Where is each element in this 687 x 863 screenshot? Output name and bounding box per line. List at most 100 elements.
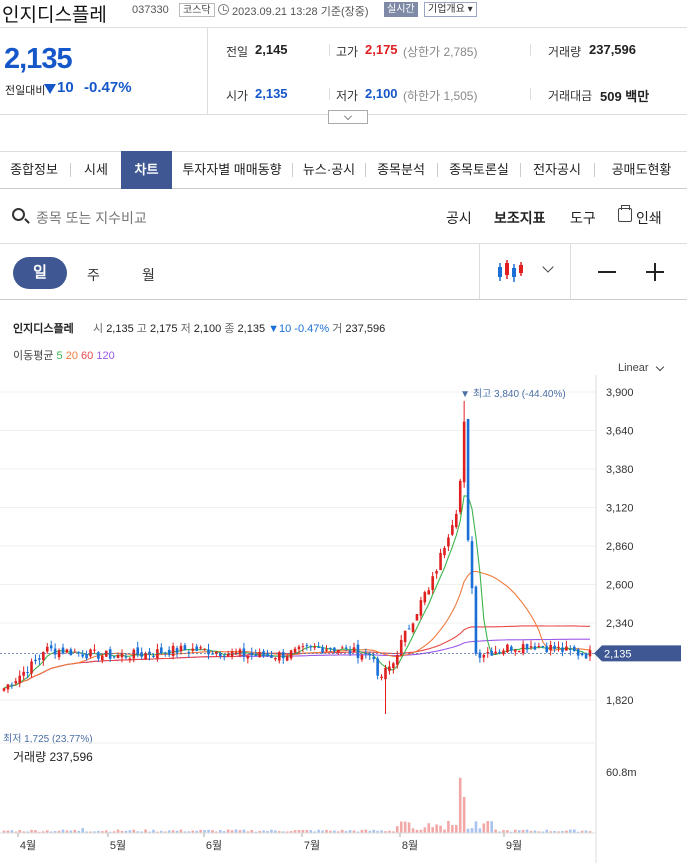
market-badge: 코스닥 [179,3,215,17]
indicator-button[interactable]: 보조지표 [494,208,546,228]
candle-body [128,658,132,660]
scale-mode-button[interactable]: Linear [618,362,649,374]
candle-body [569,649,572,651]
x-tick-label: 5월 [110,839,126,852]
tab-discussion[interactable]: 종목토론실 [438,151,520,189]
open-label: 시가 [226,89,249,103]
moving-average-line [3,570,590,689]
realtime-badge[interactable]: 실시간 [384,2,418,17]
candle-body [238,649,242,655]
tab-short-selling[interactable]: 공매도현황 [596,151,687,189]
candle-body [368,653,372,656]
candle-body [372,657,375,660]
y-tick-label: 2,860 [606,541,634,553]
candle-body [352,647,356,653]
current-price-tag-label: 2,135 [604,648,632,660]
candle-body [431,576,434,590]
clock-icon [218,4,229,15]
candlestick-icon[interactable] [497,259,523,283]
volume-bar [423,827,427,833]
candle-body [14,681,18,684]
candle-body [26,672,29,674]
volume-bar [482,823,486,833]
candle-body [222,655,226,658]
company-overview-button[interactable]: 기업개요 ▾ [424,2,477,17]
candle-body [38,658,41,660]
tab-overview[interactable]: 종합정보 [0,151,68,189]
chart-type-dropdown-chevron-icon[interactable] [542,261,554,273]
volume-bar [179,829,183,833]
volume-bar [490,821,493,833]
candle-body [124,656,128,658]
candle-body [356,644,360,659]
volume-bar [478,828,482,833]
disclosure-button[interactable]: 공시 [446,208,472,228]
change-percent: -0.47% [84,79,132,96]
tab-analysis[interactable]: 종목분석 [366,151,436,189]
moving-average-line [3,495,591,689]
candle-body [301,646,305,648]
volume-bar [443,829,446,833]
candle-body [203,648,206,650]
search-icon[interactable] [12,208,25,221]
volume-bar [407,822,411,833]
tab-quotes[interactable]: 시세 [72,151,120,189]
candle-body [340,647,344,649]
timestamp: 2023.09.21 13:28 기준(장중) [232,6,369,18]
candle-body [517,650,521,652]
tools-button[interactable]: 도구 [570,208,596,228]
candle-body [289,650,293,659]
candle-body [274,657,277,660]
volume-bar [431,827,434,833]
prev-close-label: 전일 [226,45,249,59]
tab-news[interactable]: 뉴스·공시 [294,151,364,189]
price-chart[interactable]: 3,900 3,640 3,380 3,120 2,860 2,600 2,340 1,820… [0,375,687,863]
candle-body [270,655,273,658]
candle-body [108,649,112,659]
volume-bar [116,829,120,833]
tab-disclosure[interactable]: 전자공시 [521,151,593,189]
period-day-button[interactable]: 일 [13,257,67,289]
candle-body [57,650,61,658]
chevron-down-icon[interactable] [655,362,665,372]
zoom-in-icon-vertical[interactable] [654,263,656,281]
moving-average-legend[interactable]: 이동평균 5 20 60 120 [13,347,115,363]
candle-body [22,671,25,676]
open-value: 2,135 [255,86,288,101]
x-tick-label: 8월 [402,839,418,852]
candle-body [584,653,588,659]
tab-separator [70,163,71,177]
candle-body [175,648,179,653]
candle-body [34,659,37,662]
candle-body [439,552,442,571]
candle-body [572,646,576,652]
candle-body [85,654,88,659]
candle-body [423,592,427,603]
expand-button[interactable] [328,110,368,124]
candle-body [65,649,69,653]
period-month-button[interactable]: 월 [142,265,155,285]
y-tick-label: 2,340 [606,618,634,630]
printer-icon[interactable] [618,205,632,222]
period-week-button[interactable]: 주 [87,265,100,285]
y-tick-label: 2,600 [606,580,634,592]
print-button[interactable]: 인쇄 [636,208,662,228]
candle-body [541,646,545,648]
volume-bar [427,823,431,833]
change-label: 전일대비 [5,85,46,97]
low-value: 2,100 [365,86,398,101]
zoom-out-icon[interactable] [598,271,616,273]
candle-body [447,537,450,547]
tab-investor-trend[interactable]: 투자자별 매매동향 [174,151,290,189]
moving-average-line [3,638,590,689]
tab-chart[interactable]: 차트 [121,151,172,189]
candle-body [226,653,230,657]
separator [530,88,531,100]
volume-bar [486,821,490,833]
compare-search-input[interactable]: 종목 또는 지수비교 [36,208,147,228]
candle-body [61,647,65,654]
candle-body [325,649,328,651]
candle-body [258,652,261,658]
stock-code: 037330 [132,4,169,16]
lower-limit: (하한가 1,505) [403,89,478,103]
